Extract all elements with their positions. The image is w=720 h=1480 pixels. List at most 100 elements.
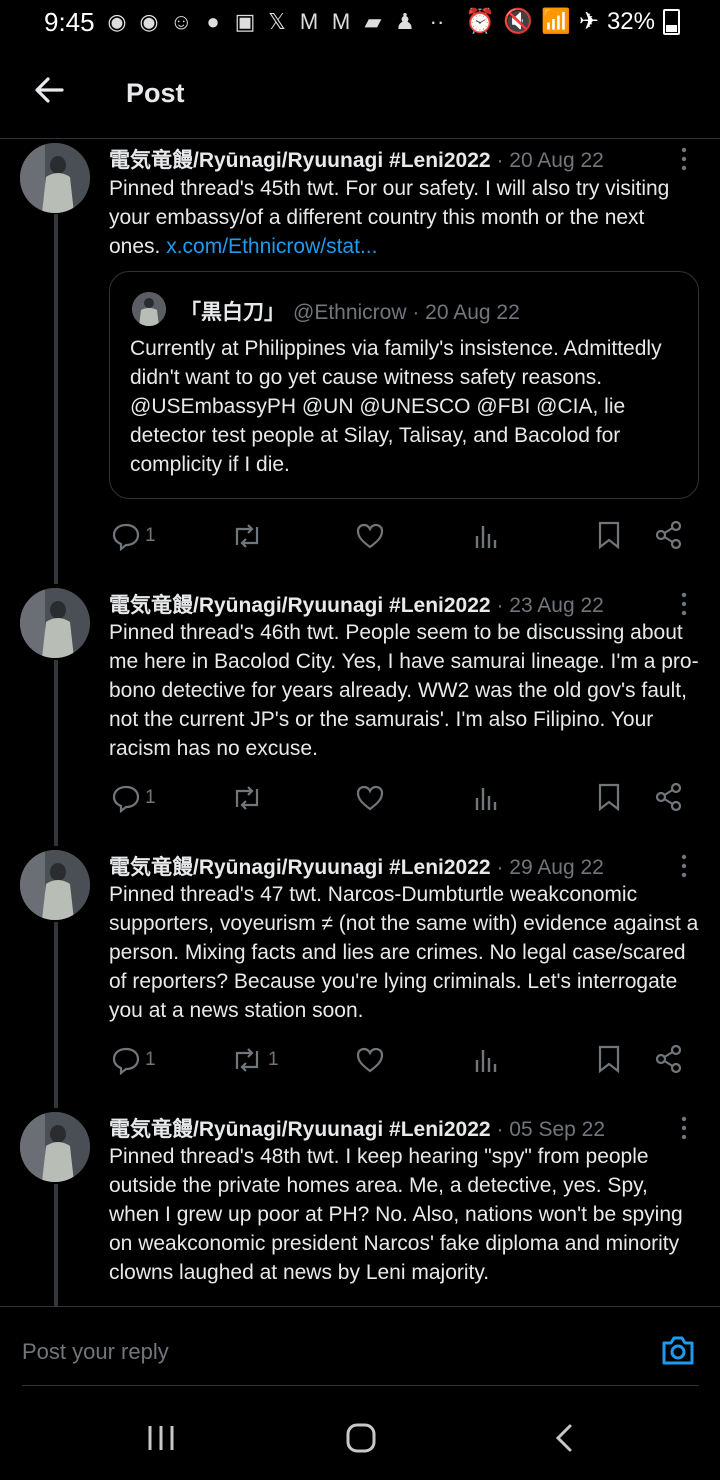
reply-button[interactable]: 1: [111, 521, 156, 551]
author-name[interactable]: 電気竜饅/Ryūnagi/Ryuunagi #Leni2022: [109, 856, 491, 879]
figure-icon: ♟: [395, 9, 415, 34]
battery-percent: 32%: [606, 7, 655, 35]
repost-icon: [235, 1048, 259, 1072]
more-options-icon[interactable]: [676, 1115, 692, 1141]
views-button[interactable]: [474, 522, 500, 550]
post-text: Pinned thread's 46th twt. People seem to…: [109, 621, 699, 760]
reply-icon: [112, 785, 140, 813]
quoted-author-name: 「黒白刀」: [180, 301, 285, 324]
system-icons: ⏰ 🔇 📶 ✈ 32%: [465, 7, 680, 36]
wifi-icon: 📶: [540, 8, 571, 35]
heart-icon: [356, 785, 384, 811]
reply-button[interactable]: 1: [111, 1045, 156, 1075]
views-button[interactable]: [474, 784, 500, 812]
share-button[interactable]: [654, 1044, 684, 1074]
status-time: 9:45: [44, 7, 95, 37]
home-icon[interactable]: [345, 1422, 377, 1454]
share-icon: [655, 782, 682, 812]
repost-button[interactable]: [230, 521, 264, 551]
post-actions: 1 1: [0, 1040, 720, 1080]
views-icon: [475, 788, 497, 810]
chat-icon: ▰: [364, 9, 382, 34]
reply-icon: [112, 1047, 140, 1075]
bookmark-button[interactable]: [597, 1044, 621, 1074]
recents-icon[interactable]: [146, 1422, 176, 1454]
quoted-text: Currently at Philippines via family's in…: [130, 337, 662, 476]
gmail-icon: M: [299, 9, 319, 34]
airplane-icon: ✈: [578, 8, 599, 35]
top-bar: Post: [0, 46, 720, 139]
battery-icon: [663, 8, 680, 35]
bookmark-icon: [598, 1045, 620, 1074]
reply-count: 1: [145, 787, 156, 808]
views-icon: [475, 526, 497, 548]
post-text: Pinned thread's 48th twt. I keep hearing…: [109, 1145, 683, 1284]
status-bar: 9:45 ◉ ◉ ☺ ● ▣ 𝕏 M M ▰ ♟ ·· ⏰ 🔇 📶 ✈ 32%: [0, 0, 720, 46]
quoted-header: 「黒白刀」 @Ethnicrow · 20 Aug 22: [180, 296, 520, 326]
circle-icon: ☺: [170, 9, 193, 34]
quoted-handle: @Ethnicrow · 20 Aug 22: [293, 301, 520, 324]
post-link[interactable]: x.com/Ethnicrow/stat...: [166, 235, 377, 258]
bookmark-button[interactable]: [597, 520, 621, 550]
views-icon: [475, 1050, 497, 1072]
avatar[interactable]: [20, 1112, 90, 1182]
post-text: Pinned thread's 45th twt. For our safety…: [109, 174, 701, 261]
bookmark-button[interactable]: [597, 782, 621, 812]
author-name[interactable]: 電気竜饅/Ryūnagi/Ryuunagi #Leni2022: [109, 594, 491, 617]
more-options-icon[interactable]: [676, 146, 692, 172]
like-button[interactable]: [355, 783, 385, 813]
more-options-icon[interactable]: [676, 853, 692, 879]
divider: [22, 1385, 699, 1386]
like-button[interactable]: [355, 521, 385, 551]
avatar-photo: [20, 143, 90, 213]
heart-icon: [356, 523, 384, 549]
repost-icon: [235, 786, 259, 810]
share-icon: [655, 520, 682, 550]
repost-count: 1: [268, 1049, 279, 1070]
like-button[interactable]: [355, 1045, 385, 1075]
reply-count: 1: [145, 525, 156, 546]
post-header: 電気竜饅/Ryūnagi/Ryuunagi #Leni2022 · 20 Aug…: [109, 144, 604, 174]
messenger-icon: ◉: [107, 9, 127, 34]
post-item[interactable]: 電気竜饅/Ryūnagi/Ryuunagi #Leni2022 · 20 Aug…: [0, 140, 720, 580]
reply-count: 1: [145, 1049, 156, 1070]
reply-bar: Post your reply: [0, 1306, 720, 1387]
reply-icon: [112, 523, 140, 551]
post-date: · 05 Sep 22: [496, 1118, 606, 1141]
post-header: 電気竜饅/Ryūnagi/Ryuunagi #Leni2022 · 23 Aug…: [109, 589, 604, 619]
camera-icon[interactable]: [660, 1333, 696, 1367]
post-date: · 23 Aug 22: [496, 594, 604, 617]
share-button[interactable]: [654, 520, 684, 550]
bookmark-icon: [598, 521, 620, 550]
more-dots-icon: ··: [429, 9, 445, 34]
post-text: Pinned thread's 47 twt. Narcos-Dumbturtl…: [109, 883, 699, 1022]
system-nav-bar: [0, 1400, 720, 1480]
more-options-icon[interactable]: [676, 591, 692, 617]
arrow-left-icon[interactable]: [30, 70, 70, 110]
views-button[interactable]: [474, 1046, 500, 1074]
alarm-icon: ⏰: [465, 8, 496, 35]
avatar[interactable]: [20, 588, 90, 658]
share-button[interactable]: [654, 782, 684, 812]
author-name[interactable]: 電気竜饅/Ryūnagi/Ryuunagi #Leni2022: [109, 1118, 491, 1141]
avatar[interactable]: [20, 850, 90, 920]
back-chevron-icon[interactable]: [552, 1422, 576, 1454]
avatar[interactable]: [20, 143, 90, 213]
messenger-icon: ◉: [139, 9, 159, 34]
post-actions: 1: [0, 516, 720, 556]
post-actions: 1: [0, 778, 720, 818]
post-header: 電気竜饅/Ryūnagi/Ryuunagi #Leni2022 · 05 Sep…: [109, 1113, 605, 1143]
author-name[interactable]: 電気竜饅/Ryūnagi/Ryuunagi #Leni2022: [109, 149, 491, 172]
reddit-icon: ●: [206, 9, 220, 34]
quoted-post[interactable]: 「黒白刀」 @Ethnicrow · 20 Aug 22 Currently at…: [109, 271, 699, 499]
avatar-photo: [20, 1112, 90, 1182]
repost-button[interactable]: 1: [230, 1045, 279, 1075]
repost-button[interactable]: [230, 783, 264, 813]
page-title: Post: [126, 78, 185, 108]
twitch-icon: ▣: [234, 9, 256, 34]
post-item[interactable]: 電気竜饅/Ryūnagi/Ryuunagi #Leni2022 · 05 Sep…: [0, 1110, 720, 1306]
reply-button[interactable]: 1: [111, 783, 156, 813]
post-header: 電気竜饅/Ryūnagi/Ryuunagi #Leni2022 · 29 Aug…: [109, 851, 604, 881]
reply-input[interactable]: Post your reply: [22, 1339, 169, 1365]
quoted-avatar: [132, 292, 166, 326]
